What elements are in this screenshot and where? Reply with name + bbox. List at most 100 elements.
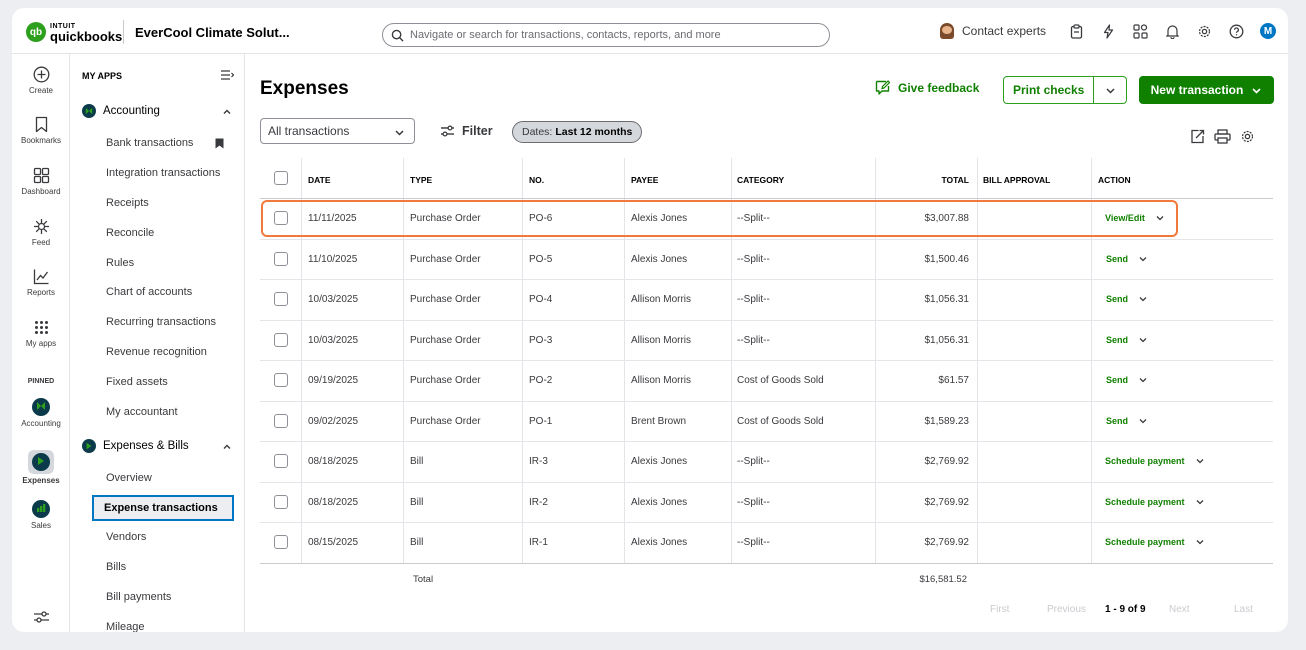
nav-item-mileage[interactable]: Mileage xyxy=(106,621,145,632)
table-row[interactable]: 08/15/2025 Bill IR-1 Alexis Jones --Spli… xyxy=(260,523,1273,564)
lightning-icon[interactable] xyxy=(1099,22,1117,40)
pager-first[interactable]: First xyxy=(990,604,1009,615)
clipboard-icon[interactable] xyxy=(1067,22,1085,40)
nav-item-vendors[interactable]: Vendors xyxy=(106,531,146,543)
column-header-payee[interactable]: PAYEE xyxy=(631,175,658,185)
rail-bookmarks[interactable]: Bookmarks xyxy=(12,116,70,145)
contact-experts-button[interactable]: Contact experts xyxy=(940,23,1046,39)
nav-item-reconcile[interactable]: Reconcile xyxy=(106,227,154,239)
give-feedback-button[interactable]: Give feedback xyxy=(875,80,979,95)
chevron-down-icon[interactable] xyxy=(1195,456,1205,466)
nav-group-expenses[interactable]: Expenses & Bills xyxy=(82,439,232,453)
nav-item-expense-transactions[interactable]: Expense transactions xyxy=(92,495,234,521)
column-header-type[interactable]: TYPE xyxy=(410,175,432,185)
row-action-button[interactable]: Send xyxy=(1106,335,1148,345)
column-header-category[interactable]: CATEGORY xyxy=(737,175,784,185)
chevron-down-icon[interactable] xyxy=(1155,213,1165,223)
nav-item-chart-of-accounts[interactable]: Chart of accounts xyxy=(106,286,192,298)
print-icon[interactable] xyxy=(1214,129,1231,144)
nav-item-revenue-recognition[interactable]: Revenue recognition xyxy=(106,346,207,358)
rail-accounting[interactable]: Accounting xyxy=(12,398,70,428)
chevron-down-icon[interactable] xyxy=(1138,375,1148,385)
pager-last[interactable]: Last xyxy=(1234,604,1253,615)
nav-item-overview[interactable]: Overview xyxy=(106,472,152,484)
quickbooks-logo[interactable]: qb INTUIT quickbooks xyxy=(26,22,122,43)
nav-item-fixed-assets[interactable]: Fixed assets xyxy=(106,376,168,388)
table-row[interactable]: 10/03/2025 Purchase Order PO-3 Allison M… xyxy=(260,321,1273,361)
export-icon[interactable] xyxy=(1190,129,1205,144)
nav-item-integration-transactions[interactable]: Integration transactions xyxy=(106,167,220,179)
rail-reports[interactable]: Reports xyxy=(12,268,70,297)
nav-item-rules[interactable]: Rules xyxy=(106,257,134,269)
rail-create[interactable]: Create xyxy=(12,66,70,95)
help-icon[interactable] xyxy=(1227,22,1245,40)
global-search[interactable] xyxy=(382,23,830,47)
new-transaction-button[interactable]: New transaction xyxy=(1139,76,1274,104)
bookmark-filled-icon[interactable] xyxy=(215,138,224,149)
user-avatar[interactable]: M xyxy=(1260,23,1277,39)
rail-customize[interactable] xyxy=(12,610,70,627)
print-checks-button[interactable]: Print checks xyxy=(1004,77,1095,103)
table-row[interactable]: 09/19/2025 Purchase Order PO-2 Allison M… xyxy=(260,361,1273,402)
rail-feed[interactable]: Feed xyxy=(12,218,70,247)
column-header-total[interactable]: TOTAL xyxy=(941,175,969,185)
nav-item-bill-payments[interactable]: Bill payments xyxy=(106,591,171,603)
nav-group-accounting[interactable]: Accounting xyxy=(82,104,232,118)
table-row[interactable]: 10/03/2025 Purchase Order PO-4 Allison M… xyxy=(260,280,1273,321)
chevron-down-icon[interactable] xyxy=(1138,335,1148,345)
table-row[interactable]: 09/02/2025 Purchase Order PO-1 Brent Bro… xyxy=(260,402,1273,442)
row-action-label: Schedule payment xyxy=(1105,537,1185,547)
column-header-no[interactable]: NO. xyxy=(529,175,544,185)
row-action-button[interactable]: Schedule payment xyxy=(1105,456,1205,466)
row-checkbox[interactable] xyxy=(274,292,288,306)
nav-item-my-accountant[interactable]: My accountant xyxy=(106,406,178,418)
row-checkbox[interactable] xyxy=(274,535,288,549)
table-row[interactable]: 08/18/2025 Bill IR-3 Alexis Jones --Spli… xyxy=(260,442,1273,483)
nav-item-recurring-transactions[interactable]: Recurring transactions xyxy=(106,316,216,328)
pager-previous[interactable]: Previous xyxy=(1047,604,1086,615)
chevron-down-icon[interactable] xyxy=(1195,497,1205,507)
table-settings-gear-icon[interactable] xyxy=(1240,129,1255,144)
company-name[interactable]: EverCool Climate Solut... xyxy=(135,25,290,40)
filter-button[interactable]: Filter xyxy=(440,124,493,138)
row-checkbox[interactable] xyxy=(274,211,288,225)
pager-next[interactable]: Next xyxy=(1169,604,1190,615)
row-action-button[interactable]: Schedule payment xyxy=(1105,497,1205,507)
chevron-down-icon[interactable] xyxy=(1138,294,1148,304)
row-checkbox[interactable] xyxy=(274,454,288,468)
row-action-button[interactable]: View/Edit xyxy=(1105,213,1165,223)
table-row[interactable]: 08/18/2025 Bill IR-2 Alexis Jones --Spli… xyxy=(260,483,1273,523)
column-header-date[interactable]: DATE xyxy=(308,175,331,185)
table-row[interactable]: 11/10/2025 Purchase Order PO-5 Alexis Jo… xyxy=(260,240,1273,280)
nav-item-bank-transactions[interactable]: Bank transactions xyxy=(106,137,193,149)
chevron-down-icon[interactable] xyxy=(1195,537,1205,547)
row-checkbox[interactable] xyxy=(274,373,288,387)
row-checkbox[interactable] xyxy=(274,413,288,428)
row-action-button[interactable]: Send xyxy=(1106,254,1148,264)
row-checkbox[interactable] xyxy=(274,494,288,509)
collapse-panel-icon[interactable] xyxy=(220,68,235,86)
search-input[interactable] xyxy=(410,29,820,41)
row-action-button[interactable]: Send xyxy=(1106,416,1148,426)
gear-icon[interactable] xyxy=(1195,22,1213,40)
print-checks-dropdown[interactable] xyxy=(1094,77,1126,103)
dates-filter-pill[interactable]: Dates: Last 12 months xyxy=(512,121,643,143)
row-action-button[interactable]: Send xyxy=(1106,375,1148,385)
nav-item-bills[interactable]: Bills xyxy=(106,561,126,573)
rail-sales[interactable]: Sales xyxy=(12,500,70,530)
rail-my-apps[interactable]: My apps xyxy=(12,319,70,348)
rail-expenses[interactable]: Expenses xyxy=(12,450,70,485)
row-action-button[interactable]: Schedule payment xyxy=(1105,537,1205,547)
select-all-checkbox[interactable] xyxy=(274,171,288,185)
nav-item-receipts[interactable]: Receipts xyxy=(106,197,149,209)
bell-icon[interactable] xyxy=(1163,22,1181,40)
chevron-down-icon[interactable] xyxy=(1138,416,1148,426)
row-checkbox[interactable] xyxy=(274,251,288,266)
rail-dashboard[interactable]: Dashboard xyxy=(12,167,70,196)
row-checkbox[interactable] xyxy=(274,332,288,347)
apps-icon[interactable] xyxy=(1131,22,1149,40)
transactions-filter-select[interactable]: All transactions xyxy=(260,118,415,144)
row-action-button[interactable]: Send xyxy=(1106,294,1148,304)
table-row[interactable]: 11/11/2025 Purchase Order PO-6 Alexis Jo… xyxy=(260,199,1273,240)
chevron-down-icon[interactable] xyxy=(1138,254,1148,264)
